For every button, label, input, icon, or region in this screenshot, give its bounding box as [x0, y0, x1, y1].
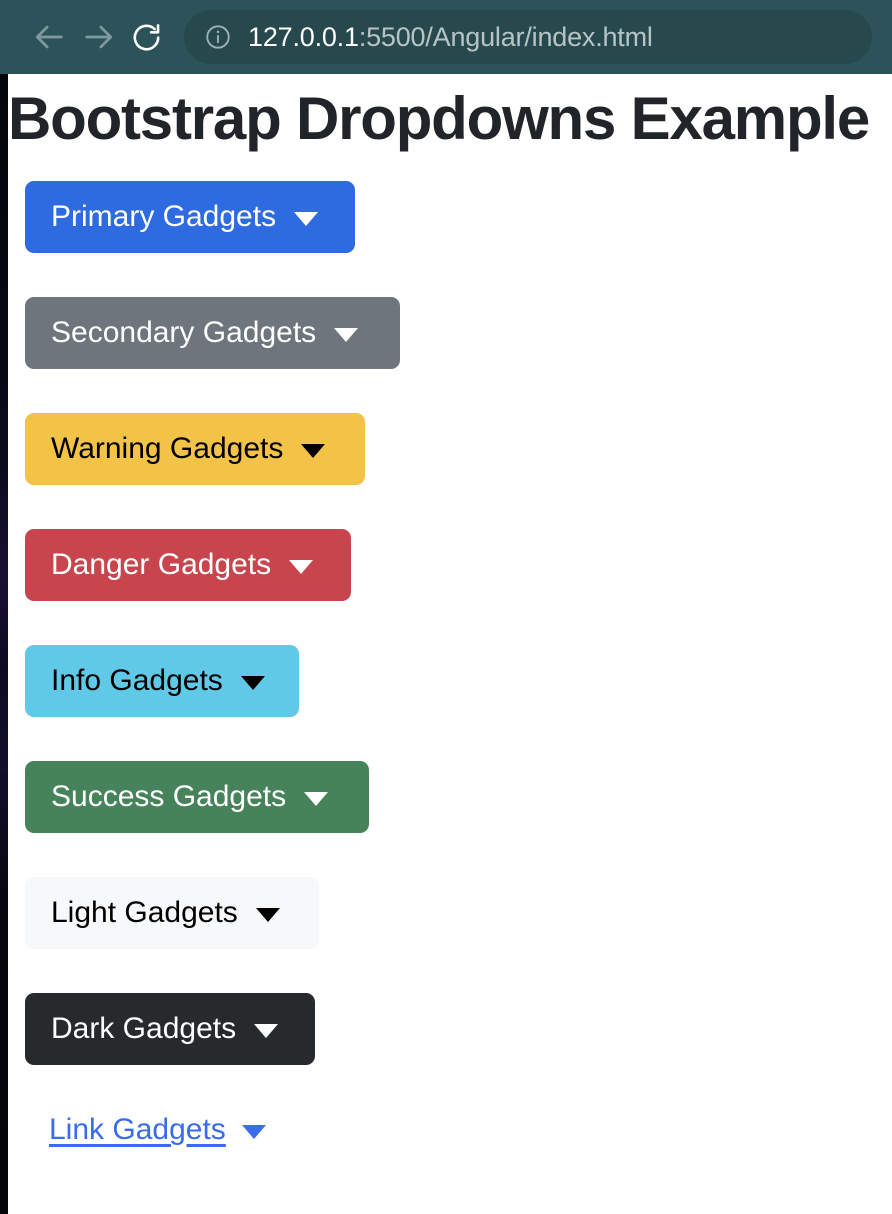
url-bar[interactable]: 127.0.0.1:5500/Angular/index.html [184, 10, 872, 64]
info-circle-icon[interactable] [204, 23, 232, 51]
page-title: Bootstrap Dropdowns Example [8, 85, 870, 152]
caret-down-icon [289, 560, 314, 575]
caret-down-icon [334, 328, 359, 343]
dropdown-label: Secondary Gadgets [51, 316, 317, 350]
dropdown-toggle-light[interactable]: Light Gadgets [25, 877, 319, 950]
arrow-left-icon [33, 20, 67, 54]
url-host: 127.0.0.1 [248, 21, 359, 52]
dropdown-toggle-info[interactable]: Info Gadgets [25, 645, 299, 718]
url-path: :5500/Angular/index.html [358, 21, 653, 52]
dropdown-label: Danger Gadgets [51, 548, 272, 582]
dropdown-toggle-secondary[interactable]: Secondary Gadgets [25, 297, 400, 370]
caret-down-icon [241, 1125, 266, 1140]
caret-down-icon [304, 792, 329, 807]
dropdown-label: Link Gadgets [49, 1113, 226, 1147]
caret-down-icon [294, 212, 319, 227]
caret-down-icon [301, 444, 326, 459]
dropdown-button-list: Primary Gadgets Secondary Gadgets Warning … [0, 181, 892, 1145]
page-content: Bootstrap Dropdowns Example Primary Gadg… [0, 74, 892, 1214]
reload-button[interactable] [122, 13, 170, 61]
caret-down-icon [255, 908, 280, 923]
arrow-right-icon [81, 20, 115, 54]
dropdown-label: Success Gadgets [51, 780, 287, 814]
dropdown-toggle-danger[interactable]: Danger Gadgets [25, 529, 351, 602]
dropdown-label: Info Gadgets [51, 664, 223, 698]
dropdown-secondary: Secondary Gadgets [25, 297, 892, 370]
dropdown-label: Warning Gadgets [51, 432, 284, 466]
dropdown-success: Success Gadgets [25, 761, 892, 834]
caret-down-icon [254, 1024, 279, 1039]
reload-icon [130, 21, 163, 54]
dropdown-danger: Danger Gadgets [25, 529, 892, 602]
dropdown-toggle-success[interactable]: Success Gadgets [25, 761, 369, 834]
dropdown-toggle-link[interactable]: Link Gadgets [25, 1115, 266, 1145]
dropdown-warning: Warning Gadgets [25, 413, 892, 486]
dropdown-toggle-warning[interactable]: Warning Gadgets [25, 413, 365, 486]
dropdown-label: Dark Gadgets [51, 1012, 237, 1046]
caret-down-icon [240, 676, 265, 691]
left-edge-artifact [0, 74, 8, 1214]
dropdown-toggle-dark[interactable]: Dark Gadgets [25, 993, 315, 1066]
back-button[interactable] [26, 13, 74, 61]
dropdown-toggle-primary[interactable]: Primary Gadgets [25, 181, 355, 254]
dropdown-label: Primary Gadgets [51, 200, 277, 234]
browser-toolbar: 127.0.0.1:5500/Angular/index.html [0, 0, 892, 74]
dropdown-dark: Dark Gadgets [25, 993, 892, 1066]
dropdown-link: Link Gadgets [25, 1109, 892, 1145]
url-text: 127.0.0.1:5500/Angular/index.html [248, 22, 653, 53]
dropdown-label: Light Gadgets [51, 896, 238, 930]
dropdown-primary: Primary Gadgets [25, 181, 892, 254]
dropdown-light: Light Gadgets [25, 877, 892, 950]
dropdown-info: Info Gadgets [25, 645, 892, 718]
forward-button[interactable] [74, 13, 122, 61]
